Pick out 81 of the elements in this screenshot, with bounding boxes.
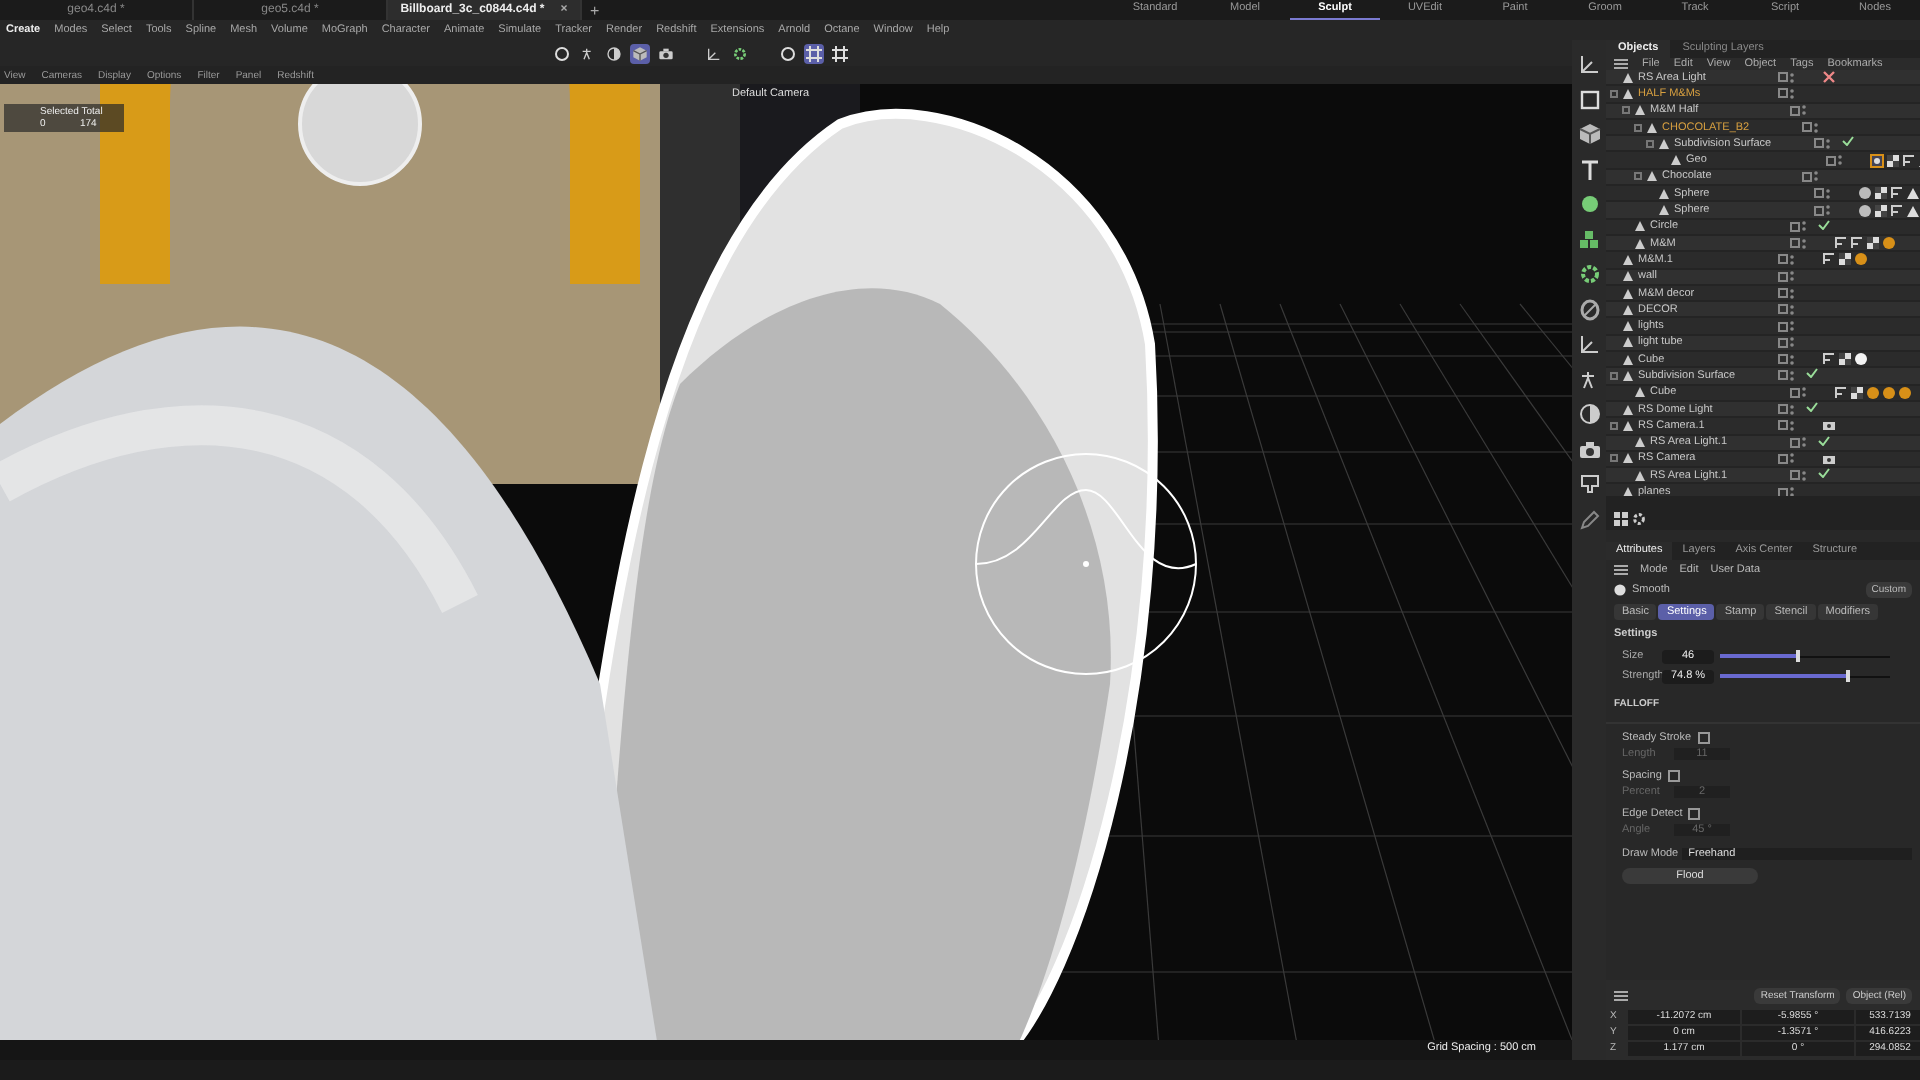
- menu-icon[interactable]: [1614, 563, 1628, 575]
- visibility-checkbox-icon[interactable]: [1778, 370, 1788, 381]
- axes-icon[interactable]: [1577, 52, 1601, 76]
- grid-icon[interactable]: [1614, 512, 1628, 526]
- expand-toggle[interactable]: [1634, 172, 1642, 181]
- visibility-checkbox-icon[interactable]: [1790, 238, 1800, 249]
- half-icon: [606, 45, 622, 61]
- expand-toggle[interactable]: [1610, 454, 1618, 463]
- gear-icon[interactable]: [1577, 262, 1601, 286]
- toolbar-button[interactable]: [778, 43, 798, 63]
- expand-toggle[interactable]: [1610, 371, 1618, 380]
- checkbox[interactable]: [1697, 732, 1710, 744]
- enabled-check-icon[interactable]: [1818, 219, 1830, 230]
- visibility-checkbox-icon[interactable]: [1790, 437, 1800, 448]
- enabled-check-icon[interactable]: [1806, 402, 1818, 413]
- new-tab-button[interactable]: +: [590, 1, 600, 19]
- grid-icon: [832, 45, 848, 61]
- expand-toggle[interactable]: [1610, 421, 1618, 430]
- visibility-checkbox-icon[interactable]: [1778, 321, 1788, 332]
- circle-icon: [780, 45, 796, 61]
- axes-icon[interactable]: [1577, 332, 1601, 356]
- toolbar-button[interactable]: [630, 43, 650, 63]
- enabled-check-icon[interactable]: [1842, 136, 1854, 147]
- checkbox[interactable]: [1667, 770, 1680, 782]
- brush-tool-icon: [1614, 584, 1626, 596]
- visibility-checkbox-icon[interactable]: [1802, 171, 1812, 182]
- visibility-checkbox-icon[interactable]: [1802, 122, 1812, 133]
- visibility-checkbox-icon[interactable]: [1778, 254, 1788, 265]
- visibility-checkbox-icon[interactable]: [1778, 304, 1788, 315]
- circle-icon: [554, 45, 570, 61]
- toolbar-button[interactable]: [704, 43, 724, 63]
- visibility-checkbox-icon[interactable]: [1790, 387, 1800, 398]
- visibility-checkbox-icon[interactable]: [1790, 221, 1800, 232]
- square-icon[interactable]: [1577, 87, 1601, 111]
- visibility-checkbox-icon[interactable]: [1778, 354, 1788, 365]
- ring-icon[interactable]: [1577, 297, 1601, 321]
- toolbar-button[interactable]: [656, 43, 676, 63]
- visibility-checkbox-icon[interactable]: [1790, 470, 1800, 481]
- enabled-check-icon[interactable]: [1818, 468, 1830, 479]
- checkbox[interactable]: [1688, 808, 1701, 820]
- lamp-icon[interactable]: [1577, 472, 1601, 496]
- gear-icon[interactable]: [1632, 512, 1646, 526]
- slider-thumb[interactable]: [1845, 670, 1850, 682]
- visibility-checkbox-icon[interactable]: [1814, 205, 1824, 216]
- visibility-checkbox-icon[interactable]: [1814, 188, 1824, 199]
- toolbar-button[interactable]: [604, 43, 624, 63]
- visibility-checkbox-icon[interactable]: [1790, 105, 1800, 116]
- visibility-checkbox-icon[interactable]: [1778, 271, 1788, 282]
- camera-icon: [658, 45, 674, 61]
- sphere-icon[interactable]: [1577, 192, 1601, 216]
- visibility-checkbox-icon[interactable]: [1778, 72, 1788, 83]
- visibility-checkbox-icon[interactable]: [1778, 88, 1788, 99]
- enabled-check-icon[interactable]: [1806, 368, 1818, 379]
- text-tool-icon[interactable]: [1577, 157, 1601, 181]
- visibility-checkbox-icon[interactable]: [1778, 288, 1788, 298]
- toolbar-button[interactable]: [804, 43, 824, 63]
- toolbar-button[interactable]: [730, 43, 750, 63]
- visibility-checkbox-icon[interactable]: [1778, 337, 1788, 348]
- half-circle-icon[interactable]: [1577, 402, 1601, 426]
- grid-icon: [806, 45, 822, 61]
- cube-icon: [632, 45, 648, 61]
- camera-icon[interactable]: [1577, 437, 1601, 461]
- toolbar-button[interactable]: [830, 43, 850, 63]
- axes-icon: [706, 45, 722, 61]
- toolbar-button[interactable]: [552, 43, 572, 63]
- cube-icon[interactable]: [1577, 122, 1601, 146]
- gear-icon: [732, 45, 748, 61]
- visibility-checkbox-icon[interactable]: [1778, 404, 1788, 415]
- pen-icon[interactable]: [1577, 507, 1601, 531]
- menu-icon[interactable]: [1614, 990, 1628, 1002]
- slider-thumb[interactable]: [1796, 650, 1801, 662]
- visibility-checkbox-icon[interactable]: [1778, 487, 1788, 496]
- brush-cursor-icon: [972, 450, 1200, 678]
- visibility-checkbox-icon[interactable]: [1814, 138, 1824, 149]
- visibility-checkbox-icon[interactable]: [1826, 155, 1836, 166]
- figure-icon: [580, 45, 596, 61]
- visibility-checkbox-icon[interactable]: [1778, 420, 1788, 431]
- visibility-checkbox-icon[interactable]: [1778, 453, 1788, 464]
- cubes-icon[interactable]: [1577, 227, 1601, 251]
- menu-icon[interactable]: [1614, 58, 1628, 70]
- enabled-check-icon[interactable]: [1818, 435, 1830, 446]
